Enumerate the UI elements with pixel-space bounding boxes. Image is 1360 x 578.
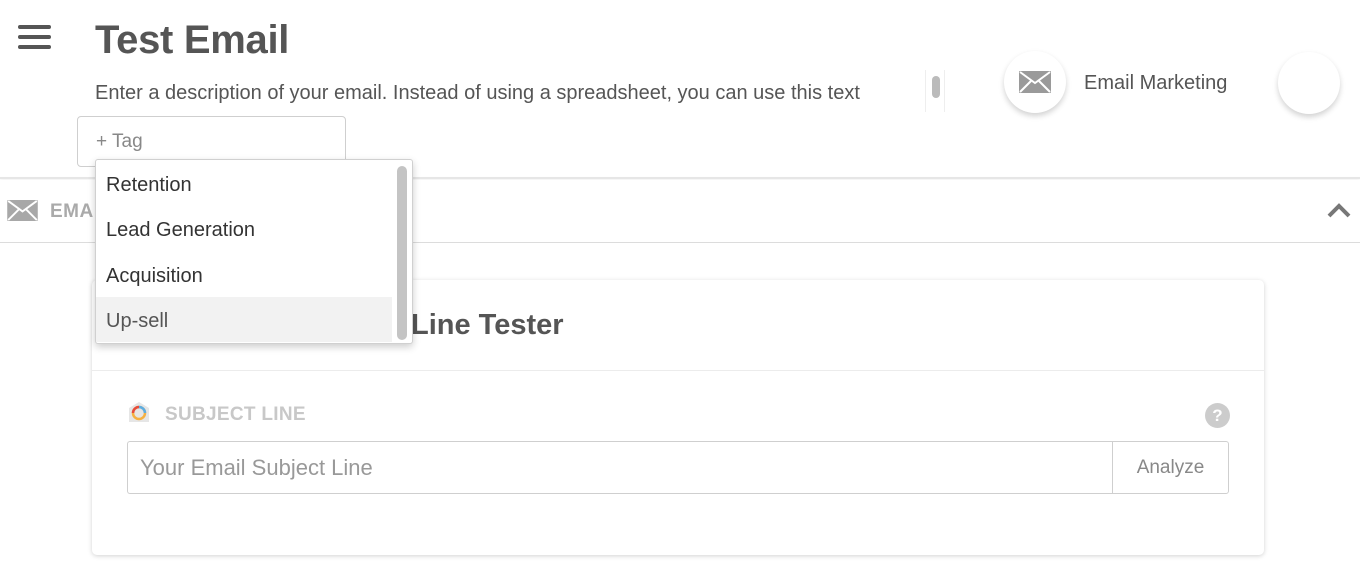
chevron-up-icon[interactable] [1326,200,1352,220]
dropdown-scrollbar[interactable] [394,162,410,342]
description-scrollbar-thumb[interactable] [932,76,940,98]
analyze-button[interactable]: Analyze [1112,441,1229,494]
email-description[interactable]: Enter a description of your email. Inste… [95,82,860,105]
campaign-name[interactable]: Email Marketing [1084,72,1227,95]
tag-option-lead-generation[interactable]: Lead Generation [96,206,392,251]
description-scrollbar[interactable] [925,70,945,112]
page-title: Test Email [95,18,290,62]
tag-option-retention[interactable]: Retention [96,161,392,206]
hamburger-menu-icon[interactable] [18,25,51,49]
page-header: Test Email Enter a description of your e… [0,0,1360,178]
envelope-icon [7,200,38,221]
user-avatar-button[interactable] [1278,52,1340,114]
envelope-icon [1019,71,1051,93]
help-icon[interactable]: ? [1205,403,1230,428]
tag-option-up-sell[interactable]: Up-sell [96,297,392,342]
tag-dropdown[interactable]: Retention Lead Generation Acquisition Up… [95,159,413,344]
subject-line-label: SUBJECT LINE [165,404,306,425]
section-label: EMA [50,201,94,222]
subject-line-input[interactable] [127,441,1113,494]
email-campaign-button[interactable] [1004,51,1066,113]
card-title: Line Tester [411,309,564,341]
tag-option-acquisition[interactable]: Acquisition [96,252,392,297]
subject-line-icon [129,402,149,422]
dropdown-scrollbar-thumb[interactable] [397,166,407,340]
